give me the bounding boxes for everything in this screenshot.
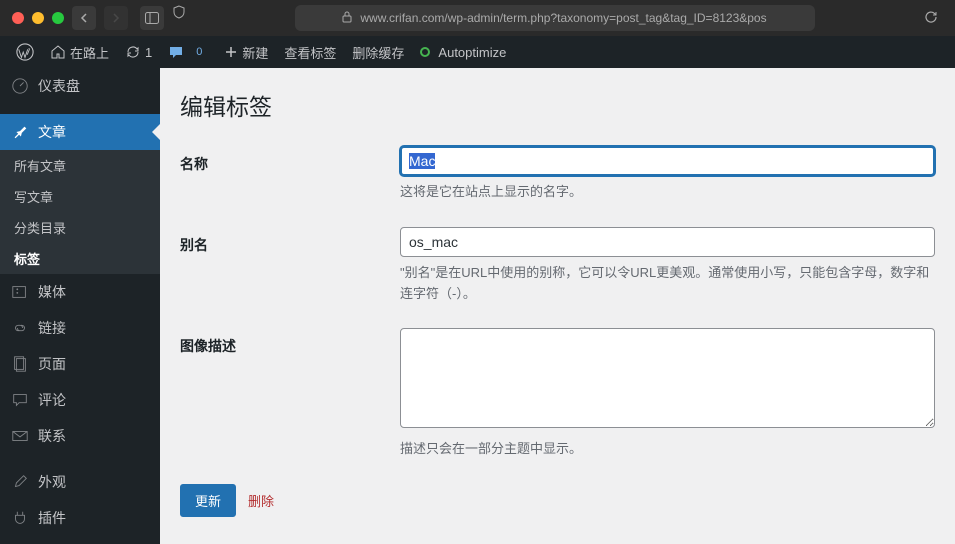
admin-sidebar: 仪表盘 文章 所有文章 写文章 分类目录 标签 媒体 链接 页面 评论 [0, 68, 160, 544]
minimize-window-button[interactable] [32, 12, 44, 24]
new-content-menu[interactable]: 新建 [216, 36, 276, 68]
mail-icon [10, 426, 30, 446]
description-label: 图像描述 [180, 328, 400, 460]
delete-cache-link[interactable]: 删除缓存 [344, 36, 412, 68]
comments-icon [10, 390, 30, 410]
sidebar-item-contact[interactable]: 联系 [0, 418, 160, 454]
wp-admin-bar: 在路上 1 0 新建 查看标签 删除缓存 Autoptimize [0, 36, 955, 68]
submenu-new-post[interactable]: 写文章 [0, 181, 160, 212]
sidebar-item-media[interactable]: 媒体 [0, 274, 160, 310]
slug-description: "别名"是在URL中使用的别称，它可以令URL更美观。通常使用小写，只能包含字母… [400, 263, 935, 305]
new-label: 新建 [242, 43, 268, 62]
updates-icon [125, 44, 141, 60]
sidebar-toggle-button[interactable] [140, 6, 164, 30]
window-controls [12, 12, 64, 24]
slug-input[interactable] [400, 227, 935, 257]
close-window-button[interactable] [12, 12, 24, 24]
submenu-categories[interactable]: 分类目录 [0, 212, 160, 243]
comments-count: 0 [190, 46, 208, 58]
name-label: 名称 [180, 146, 400, 203]
address-bar[interactable]: www.crifan.com/wp-admin/term.php?taxonom… [295, 5, 815, 31]
description-textarea[interactable] [400, 328, 935, 428]
submenu-all-posts[interactable]: 所有文章 [0, 150, 160, 181]
links-icon [10, 318, 30, 338]
site-home-link[interactable]: 在路上 [42, 36, 117, 68]
home-icon [50, 44, 66, 60]
brush-icon [10, 472, 30, 492]
page-title: 编辑标签 [180, 88, 935, 122]
view-tag-link[interactable]: 查看标签 [276, 36, 344, 68]
edit-tag-form: 名称 这将是它在站点上显示的名字。 别名 "别名"是在URL中使用的别称，它可以… [180, 146, 935, 517]
back-button[interactable] [72, 6, 96, 30]
posts-submenu: 所有文章 写文章 分类目录 标签 [0, 150, 160, 274]
description-description: 描述只会在一部分主题中显示。 [400, 439, 935, 460]
sidebar-item-label: 联系 [38, 426, 66, 446]
sidebar-item-label: 外观 [38, 472, 66, 492]
forward-button[interactable] [104, 6, 128, 30]
lock-icon [342, 11, 352, 26]
media-icon [10, 282, 30, 302]
url-text: www.crifan.com/wp-admin/term.php?taxonom… [360, 11, 766, 25]
comment-icon [168, 44, 184, 60]
sidebar-item-label: 媒体 [38, 282, 66, 302]
pin-icon [10, 122, 30, 142]
updates-link[interactable]: 1 [117, 36, 160, 68]
comments-link[interactable]: 0 [160, 36, 216, 68]
slug-label: 别名 [180, 227, 400, 305]
plus-icon [224, 45, 238, 59]
sidebar-item-label: 页面 [38, 354, 66, 374]
maximize-window-button[interactable] [52, 12, 64, 24]
sidebar-item-dashboard[interactable]: 仪表盘 [0, 68, 160, 104]
pages-icon [10, 354, 30, 374]
sidebar-item-label: 插件 [38, 508, 66, 528]
dashboard-icon [10, 76, 30, 96]
content-area: 编辑标签 名称 这将是它在站点上显示的名字。 别名 "别名"是在URL中使用的别… [160, 68, 955, 544]
name-description: 这将是它在站点上显示的名字。 [400, 182, 935, 203]
sidebar-item-pages[interactable]: 页面 [0, 346, 160, 382]
sidebar-item-links[interactable]: 链接 [0, 310, 160, 346]
sidebar-item-comments[interactable]: 评论 [0, 382, 160, 418]
delete-button[interactable]: 删除 [248, 491, 274, 510]
sidebar-item-label: 文章 [38, 122, 66, 142]
site-name: 在路上 [70, 43, 109, 62]
reload-button[interactable] [919, 5, 943, 29]
sidebar-item-appearance[interactable]: 外观 [0, 464, 160, 500]
privacy-shield-icon[interactable] [172, 5, 186, 31]
autoptimize-status-icon [420, 47, 430, 57]
sidebar-item-plugins[interactable]: 插件 [0, 500, 160, 536]
sidebar-item-label: 链接 [38, 318, 66, 338]
name-input[interactable] [400, 146, 935, 176]
wp-logo-menu[interactable] [8, 36, 42, 68]
browser-titlebar: www.crifan.com/wp-admin/term.php?taxonom… [0, 0, 955, 36]
updates-count: 1 [145, 45, 152, 60]
submenu-tags[interactable]: 标签 [0, 243, 160, 274]
sidebar-item-label: 评论 [38, 390, 66, 410]
sidebar-item-posts[interactable]: 文章 [0, 114, 160, 150]
wordpress-icon [16, 43, 34, 61]
sidebar-item-label: 仪表盘 [38, 76, 80, 96]
update-button[interactable]: 更新 [180, 484, 236, 517]
autoptimize-menu[interactable]: Autoptimize [412, 36, 514, 68]
plugin-icon [10, 508, 30, 528]
